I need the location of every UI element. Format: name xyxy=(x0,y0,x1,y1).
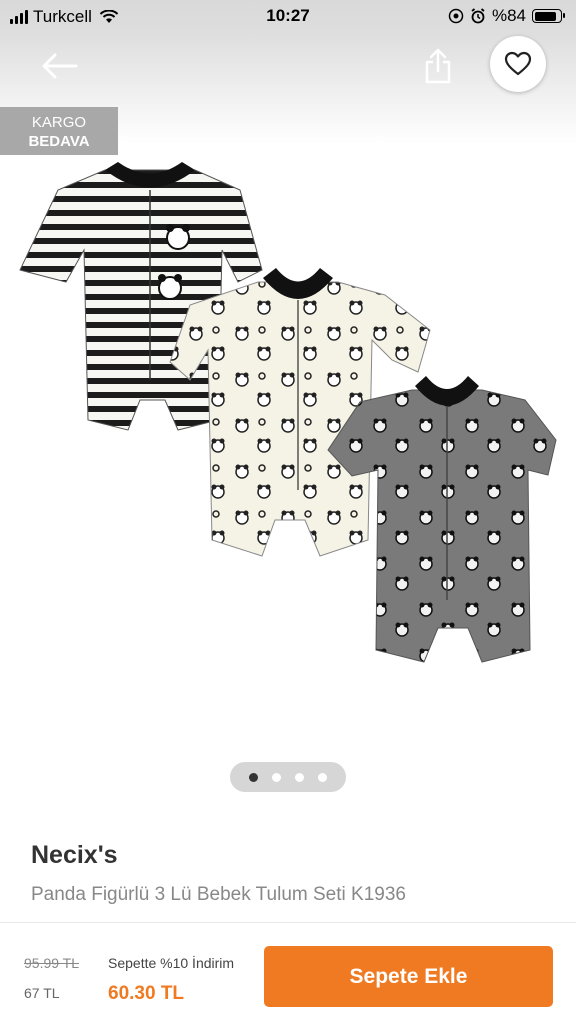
alarm-icon xyxy=(471,8,485,24)
back-button[interactable] xyxy=(36,48,84,84)
old-price: 95.99 TL xyxy=(24,955,80,971)
discount-label: Sepette %10 İndirim xyxy=(108,955,235,971)
battery-icon xyxy=(532,9,565,23)
pager-dot[interactable] xyxy=(295,772,304,782)
favorite-button[interactable] xyxy=(490,36,546,92)
pager-dot[interactable] xyxy=(272,772,281,782)
product-image[interactable] xyxy=(0,140,576,680)
badge-line-1: KARGO xyxy=(31,114,87,131)
badge-line-2: BEDAVA xyxy=(28,133,90,150)
brand-name[interactable]: Necix's xyxy=(31,841,118,870)
new-price: 60.30 TL xyxy=(108,983,185,1004)
status-bar: Turkcell 10:27 %84 xyxy=(0,0,576,34)
pager-dot[interactable] xyxy=(318,772,327,782)
pager-dot-active[interactable] xyxy=(249,772,258,782)
free-shipping-badge: KARGO BEDAVA xyxy=(0,107,118,155)
share-button[interactable] xyxy=(418,46,458,86)
arrow-left-icon xyxy=(42,53,78,79)
image-pager[interactable] xyxy=(230,762,346,792)
share-icon xyxy=(425,48,451,84)
product-name: Panda Figürlü 3 Lü Bebek Tulum Seti K193… xyxy=(31,884,406,905)
location-lock-icon xyxy=(448,8,464,24)
status-right-group: %84 xyxy=(448,6,565,26)
heart-icon xyxy=(504,51,532,76)
product-photo-illustration xyxy=(19,162,557,663)
battery-percent: %84 xyxy=(491,6,526,25)
add-to-cart-button[interactable]: Sepete Ekle xyxy=(264,946,553,1007)
unit-price: 67 TL xyxy=(24,985,60,1001)
